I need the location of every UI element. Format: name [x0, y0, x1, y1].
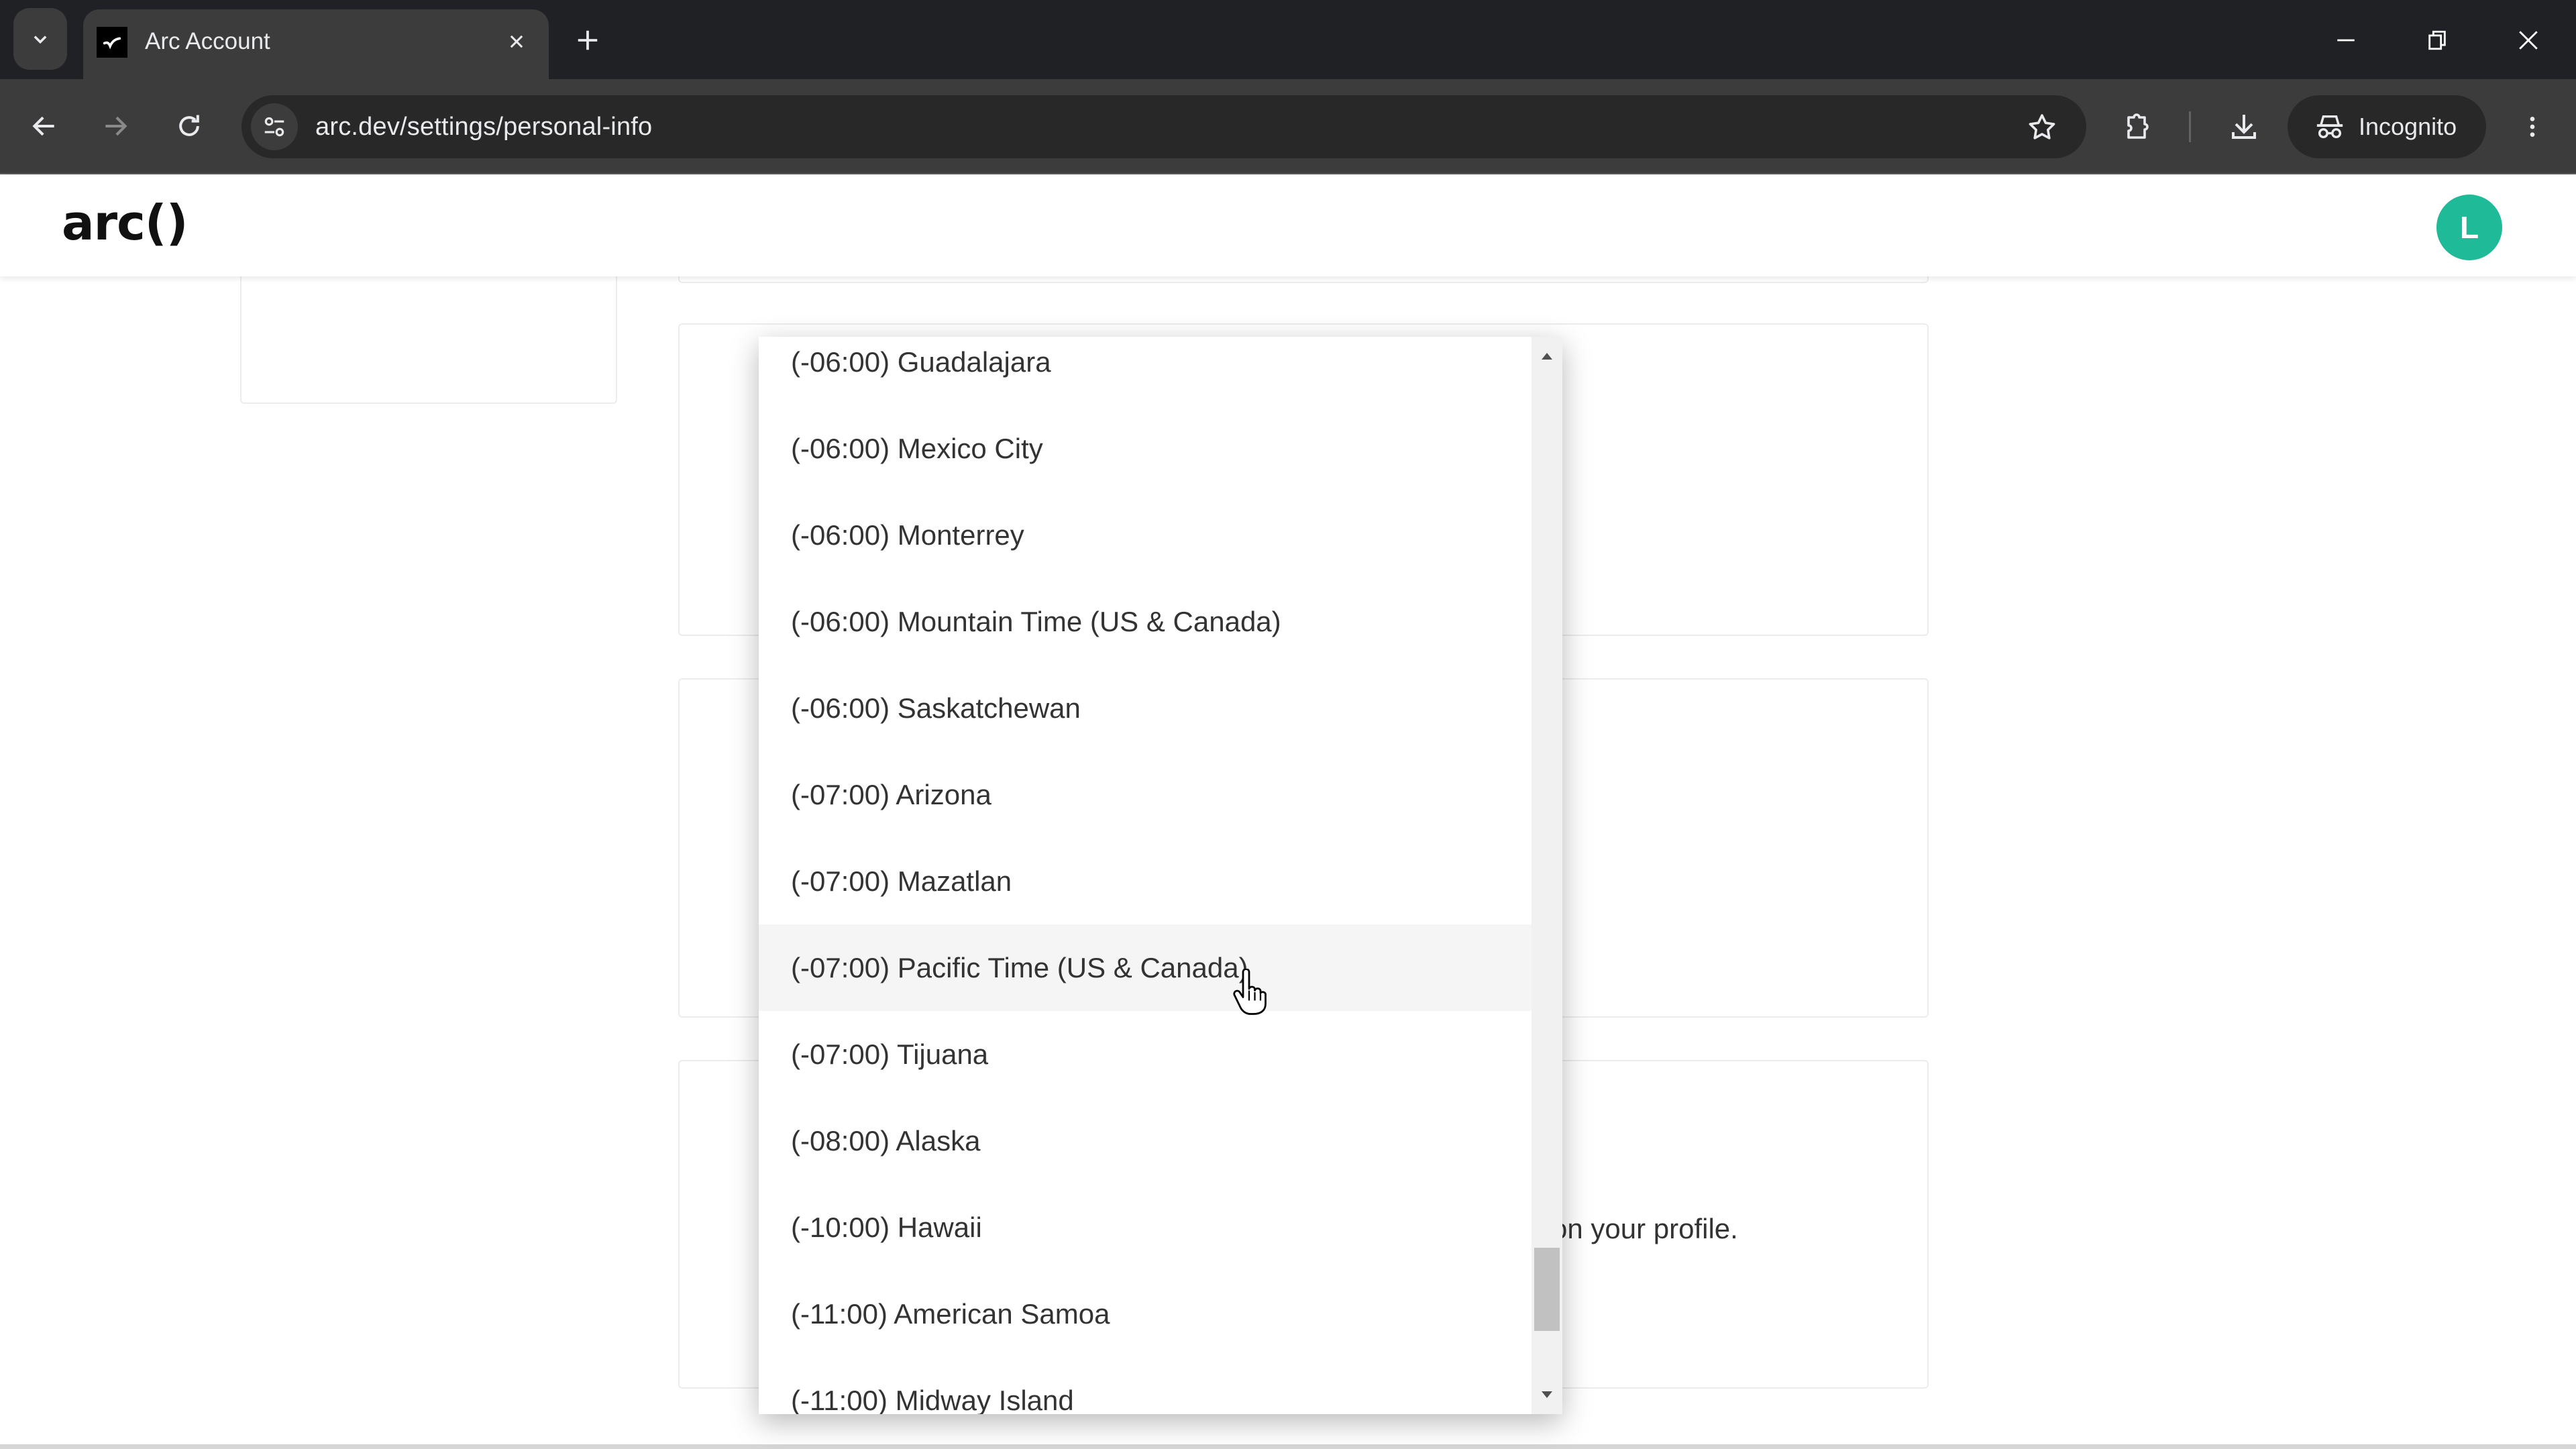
kebab-menu-icon — [2530, 117, 2535, 137]
plus-icon — [578, 30, 598, 50]
tab-search-button[interactable] — [13, 8, 67, 70]
scrollbar-thumb[interactable] — [1534, 1247, 1560, 1331]
user-avatar[interactable]: L — [2436, 195, 2502, 260]
tab-arc-account[interactable]: Arc Account — [83, 9, 549, 79]
triangle-up-icon — [1542, 353, 1552, 360]
timezone-option[interactable]: (-06:00) Mountain Time (US & Canada) — [759, 578, 1532, 665]
restore-icon — [2428, 30, 2446, 50]
minimize-icon — [2337, 39, 2355, 42]
restore-button[interactable] — [2407, 13, 2467, 67]
star-icon — [2029, 114, 2055, 140]
incognito-profile-button[interactable]: Incognito — [2288, 95, 2486, 158]
incognito-icon — [2316, 115, 2343, 139]
timezone-dropdown-list[interactable]: (-06:00) Guadalajara (-06:00) Mexico City… — [759, 337, 1562, 1414]
browser-toolbar: arc.dev/settings/personal-info Incognito — [0, 79, 2576, 174]
new-tab-button[interactable] — [569, 21, 606, 59]
timezone-option[interactable]: (-06:00) Saskatchewan — [759, 665, 1532, 751]
arrow-right-icon — [105, 116, 127, 136]
chevron-down-icon — [34, 36, 47, 44]
close-icon — [2519, 31, 2538, 50]
timezone-option[interactable]: (-11:00) Midway Island — [759, 1357, 1532, 1415]
triangle-down-icon — [1542, 1391, 1552, 1398]
browser-tab-strip: Arc Account — [0, 0, 2576, 79]
reload-button[interactable] — [165, 102, 213, 150]
downloads-button[interactable] — [2220, 103, 2267, 150]
timezone-option[interactable]: (-06:00) Guadalajara — [759, 337, 1532, 405]
timezone-option[interactable]: (-07:00) Mazatlan — [759, 838, 1532, 924]
back-button[interactable] — [20, 102, 68, 150]
site-info-button[interactable] — [251, 103, 298, 150]
url-text[interactable]: arc.dev/settings/personal-info — [315, 113, 652, 142]
minimize-button[interactable] — [2316, 13, 2376, 67]
avatar-initial: L — [2459, 210, 2479, 245]
card-description-text: on your profile. — [1552, 1213, 1738, 1244]
tune-icon — [264, 117, 284, 137]
scroll-down-button[interactable] — [1532, 1378, 1562, 1411]
tab-title: Arc Account — [145, 28, 270, 54]
timezone-option[interactable]: (-07:00) Pacific Time (US & Canada) — [759, 924, 1532, 1011]
scroll-up-button[interactable] — [1532, 339, 1562, 373]
toolbar-separator — [2189, 111, 2191, 142]
arrow-left-icon — [32, 116, 54, 136]
forward-button[interactable] — [91, 102, 140, 150]
reload-icon — [179, 115, 199, 136]
bookmark-button[interactable] — [2025, 110, 2059, 145]
timezone-option[interactable]: (-06:00) Mexico City — [759, 405, 1532, 492]
browser-menu-button[interactable] — [2509, 103, 2556, 150]
arc-logo[interactable]: arc() — [62, 195, 189, 251]
timezone-option[interactable]: (-10:00) Hawaii — [759, 1184, 1532, 1271]
window-close-button[interactable] — [2498, 13, 2559, 67]
address-bar[interactable]: arc.dev/settings/personal-info — [241, 95, 2086, 158]
timezone-option[interactable]: (-11:00) American Samoa — [759, 1271, 1532, 1357]
settings-sidebar-card — [240, 255, 617, 404]
close-icon — [510, 35, 523, 48]
incognito-label: Incognito — [2359, 113, 2457, 140]
timezone-option[interactable]: (-06:00) Monterrey — [759, 492, 1532, 578]
timezone-option[interactable]: (-07:00) Arizona — [759, 751, 1532, 838]
dropdown-scrollbar[interactable] — [1532, 337, 1562, 1414]
hand-pointer-cursor-icon — [1233, 969, 1267, 1015]
timezone-option[interactable]: (-08:00) Alaska — [759, 1097, 1532, 1184]
puzzle-icon — [2127, 113, 2149, 139]
tab-close-button[interactable] — [499, 24, 534, 59]
timezone-options: (-06:00) Guadalajara (-06:00) Mexico City… — [759, 337, 1532, 1414]
extensions-button[interactable] — [2113, 103, 2160, 150]
horizontal-scrollbar[interactable] — [0, 1444, 2576, 1449]
arc-favicon-icon — [97, 27, 127, 58]
site-header: arc() L — [0, 176, 2576, 276]
timezone-option[interactable]: (-07:00) Tijuana — [759, 1011, 1532, 1097]
download-icon — [2232, 115, 2256, 139]
